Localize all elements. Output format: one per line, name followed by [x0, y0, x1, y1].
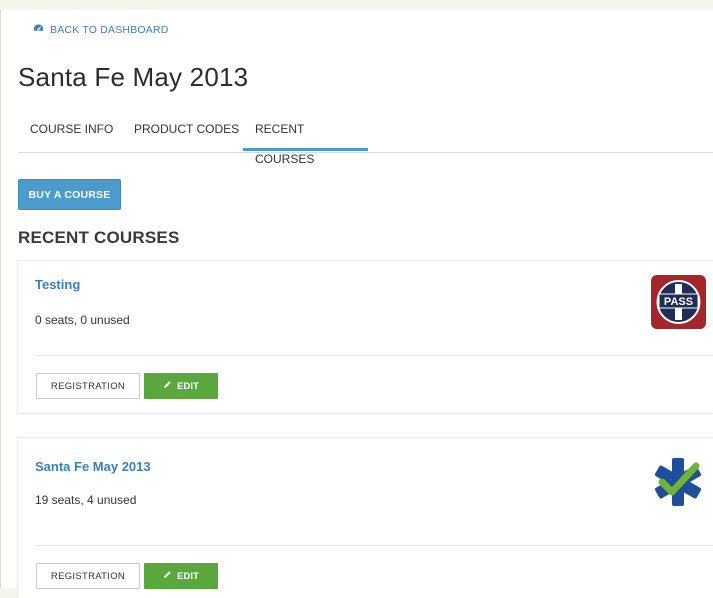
pass-logo-text: PASS: [664, 296, 693, 308]
card-divider: [35, 545, 713, 546]
tab-bar: COURSE INFO PRODUCT CODES RECENT COURSES: [18, 114, 713, 166]
pencil-icon: [163, 380, 172, 392]
course-title-link[interactable]: Santa Fe May 2013: [35, 459, 151, 474]
registration-button[interactable]: REGISTRATION: [36, 563, 140, 589]
edit-button[interactable]: EDIT: [144, 373, 218, 399]
course-seats: 19 seats, 4 unused: [35, 493, 137, 507]
course-seats: 0 seats, 0 unused: [35, 313, 130, 327]
edit-label: EDIT: [177, 380, 199, 392]
pencil-icon: [163, 570, 172, 582]
course-title-link[interactable]: Testing: [35, 277, 80, 292]
tab-product-codes[interactable]: PRODUCT CODES: [122, 114, 251, 151]
tab-course-info[interactable]: COURSE INFO: [18, 114, 125, 151]
page-title: Santa Fe May 2013: [18, 62, 249, 92]
tab-recent-courses[interactable]: RECENT COURSES: [243, 114, 368, 166]
star-of-life-check-icon: [652, 456, 704, 508]
edit-label: EDIT: [177, 570, 199, 582]
registration-button[interactable]: REGISTRATION: [36, 373, 140, 399]
edit-button[interactable]: EDIT: [144, 563, 218, 589]
course-card: Testing 0 seats, 0 unused PASS REGISTRAT…: [18, 261, 713, 413]
back-link-label: BACK TO DASHBOARD: [50, 23, 169, 36]
back-to-dashboard-link[interactable]: BACK TO DASHBOARD: [33, 23, 169, 36]
course-card: Santa Fe May 2013 19 seats, 4 unused REG…: [18, 438, 713, 598]
dashboard-icon: [33, 23, 44, 36]
card-divider: [35, 355, 713, 356]
buy-a-course-button[interactable]: BUY A COURSE: [18, 179, 121, 210]
main-panel: BACK TO DASHBOARD Santa Fe May 2013 COUR…: [0, 10, 713, 598]
pass-badge-icon: PASS: [651, 275, 706, 329]
section-title: RECENT COURSES: [18, 228, 180, 247]
